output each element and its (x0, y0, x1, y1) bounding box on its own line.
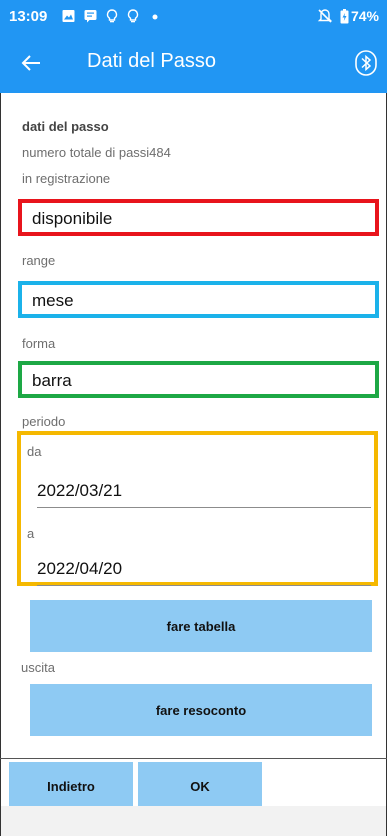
from-date-value: 2022/03/21 (37, 481, 123, 500)
dot-icon (152, 14, 158, 20)
bluetooth-icon[interactable] (355, 50, 377, 76)
from-label: da (27, 444, 42, 459)
chat-icon (84, 10, 97, 23)
status-time: 13:09 (9, 8, 48, 25)
image-icon (62, 10, 75, 22)
shape-value: barra (32, 371, 72, 390)
battery-icon (340, 8, 349, 23)
recording-select[interactable]: disponibile (18, 199, 379, 236)
ok-button[interactable]: OK (138, 762, 262, 811)
make-table-button[interactable]: fare tabella (30, 600, 372, 652)
to-date-value: 2022/04/20 (37, 559, 123, 578)
footer-divider (0, 758, 387, 759)
page-title: Dati del Passo (87, 50, 216, 72)
recording-value: disponibile (32, 209, 113, 228)
period-group: da 2022/03/21 a 2022/04/20 (17, 431, 378, 586)
shape-select[interactable]: barra (18, 361, 379, 398)
section-title: dati del passo (22, 119, 109, 134)
period-label: periodo (22, 414, 66, 429)
from-date-input[interactable]: 2022/03/21 (37, 476, 371, 508)
make-report-button[interactable]: fare resoconto (30, 684, 372, 736)
back-button[interactable]: Indietro (9, 762, 133, 811)
output-label: uscita (21, 660, 55, 675)
shape-label: forma (22, 336, 56, 351)
battery-level: 74% (350, 8, 379, 24)
lightbulb-icon (106, 9, 118, 23)
app-bar: Dati del Passo (0, 33, 387, 93)
status-bar: 13:09 74% (0, 0, 387, 33)
arrow-left-icon[interactable] (18, 50, 44, 76)
to-date-input[interactable]: 2022/04/20 (37, 554, 371, 586)
range-value: mese (32, 291, 74, 310)
to-label: a (27, 526, 35, 541)
recording-label: in registrazione (22, 171, 111, 186)
range-select[interactable]: mese (18, 281, 379, 318)
total-steps-label: numero totale di passi484 (22, 145, 171, 160)
mute-icon (317, 9, 333, 23)
status-right: 74% (317, 8, 379, 24)
lightbulb-icon (127, 9, 139, 23)
range-label: range (22, 253, 56, 268)
bottom-area (1, 806, 386, 836)
